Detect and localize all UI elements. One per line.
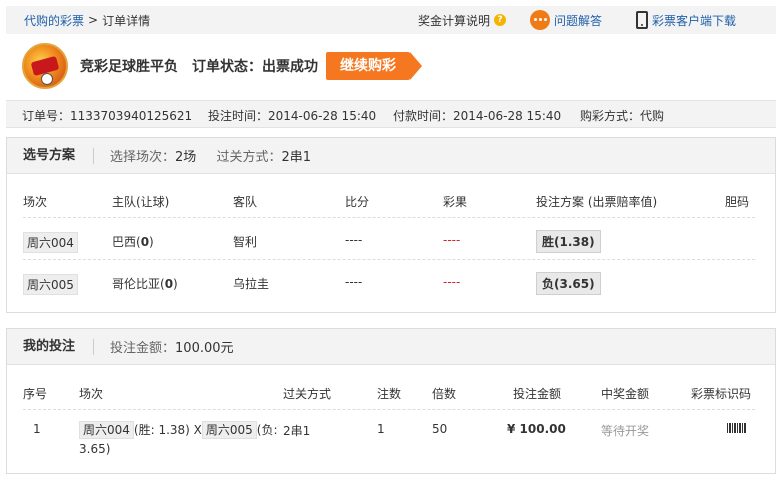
home-team-name: 哥伦比亚(: [112, 277, 165, 291]
bet-amount-summary: 投注金额：100.00元: [94, 337, 234, 356]
phone-icon: [635, 11, 648, 29]
handicap: 0: [164, 277, 174, 291]
col-header-amount: 投注金额: [513, 387, 562, 401]
home-team: 哥伦比亚(0): [112, 275, 178, 292]
col-header-bet: 投注方案 (出票赔率值): [536, 195, 658, 209]
prize-calc-link[interactable]: 奖金计算说明 ?: [418, 12, 506, 29]
col-header-score: 比分: [345, 195, 370, 209]
bet-amount-value: 100.00元: [175, 341, 234, 356]
prize-amount: 等待开奖: [601, 424, 650, 438]
col-header-pass: 过关方式: [283, 387, 332, 401]
bet-matches: 周六004 (胜: 1.38) X 周六005 (负:: [79, 421, 278, 439]
home-team-name: 巴西(: [112, 235, 141, 249]
col-header-away: 客队: [233, 195, 258, 209]
score: ----: [345, 233, 363, 247]
col-header-multiple: 倍数: [432, 387, 457, 401]
top-bar: 代购的彩票 > 订单详情 奖金计算说明 ? 问题解答 彩票客户端下载: [6, 6, 776, 34]
order-header: 竞彩足球胜平负 订单状态：出票成功 继续购彩: [22, 42, 422, 90]
divider: [23, 217, 755, 218]
matches-label: 选择场次：: [110, 150, 176, 165]
match-tag: 周六005: [23, 274, 78, 295]
client-download-label: 彩票客户端下载: [651, 13, 736, 28]
result: ----: [443, 233, 461, 247]
match-1-bet: (胜: 1.38) X: [133, 423, 202, 437]
col-header-index: 序号: [23, 387, 48, 401]
purchase-method: 购彩方式：代购: [580, 109, 665, 123]
match-2-bet-continued: 3.65): [79, 442, 111, 456]
my-bet-panel-header: 我的投注 投注金额：100.00元: [7, 329, 775, 365]
breadcrumb-current: 订单详情: [102, 13, 151, 28]
bet-option: 负(3.65): [536, 272, 601, 295]
col-header-home: 主队(让球): [112, 195, 170, 209]
home-team: 巴西(0): [112, 233, 154, 250]
home-team-close: ): [149, 235, 154, 249]
pass-value: 2串1: [281, 150, 312, 165]
col-header-prize: 中奖金额: [601, 387, 650, 401]
continue-buy-button[interactable]: 继续购彩: [326, 52, 422, 80]
breadcrumb-separator: >: [88, 13, 99, 27]
match-tag: 周六004: [23, 232, 78, 253]
col-header-ticket-id: 彩票标识码: [691, 387, 752, 401]
bet-count: 1: [377, 422, 385, 436]
col-header-banker: 胆码: [725, 195, 750, 209]
selection-summary: 选择场次：2场 过关方式：2串1: [94, 146, 311, 165]
matches-value: 2场: [175, 150, 197, 165]
divider: [23, 259, 755, 260]
match-2-bet: (负:: [256, 423, 278, 437]
handicap: 0: [140, 235, 150, 249]
divider: [23, 409, 755, 410]
bet-index: 1: [33, 422, 41, 436]
my-bet-title: 我的投注: [7, 338, 95, 355]
home-team-close: ): [173, 277, 178, 291]
help-link[interactable]: 问题解答: [529, 10, 602, 30]
match-tag: 周六004: [79, 421, 134, 439]
lottery-logo: [22, 43, 68, 89]
bet-pass: 2串1: [283, 424, 311, 438]
client-download-link[interactable]: 彩票客户端下载: [635, 11, 736, 29]
col-header-match: 场次: [23, 195, 48, 209]
prize-calc-label: 奖金计算说明: [417, 13, 490, 28]
bet-option: 胜(1.38): [536, 230, 601, 253]
top-links: 奖金计算说明 ? 问题解答 彩票客户端下载: [418, 10, 776, 30]
order-info-bar: 订单号：1133703940125621 投注时间：2014-06-28 15:…: [6, 100, 776, 128]
col-header-count: 注数: [377, 387, 402, 401]
result: ----: [443, 275, 461, 289]
match-tag: 周六005: [201, 421, 257, 439]
my-bet-panel: 我的投注 投注金额：100.00元 序号 场次 过关方式 注数 倍数 投注金额 …: [6, 328, 776, 474]
bet-amount: ¥ 100.00: [507, 422, 566, 436]
selection-panel: 选号方案 选择场次：2场 过关方式：2串1 场次 主队(让球) 客队 比分 彩果…: [6, 137, 776, 313]
order-status-label: 订单状态：: [192, 59, 262, 75]
bet-amount-label: 投注金额：: [110, 341, 176, 356]
help-label: 问题解答: [553, 13, 602, 28]
bet-time: 投注时间：2014-06-28 15:40: [208, 109, 377, 123]
score: ----: [345, 275, 363, 289]
breadcrumb: 代购的彩票 > 订单详情: [6, 12, 150, 29]
lottery-name: 竞彩足球胜平负: [80, 59, 178, 75]
barcode-icon[interactable]: [727, 422, 747, 436]
chat-bubble-icon: [529, 10, 550, 30]
selection-title: 选号方案: [7, 147, 95, 164]
question-icon: ?: [493, 14, 506, 26]
bet-multiple: 50: [432, 422, 448, 436]
order-status-value: 出票成功: [262, 59, 318, 75]
away-team: 智利: [233, 235, 258, 249]
col-header-matches: 场次: [79, 387, 104, 401]
selection-panel-header: 选号方案 选择场次：2场 过关方式：2串1: [7, 138, 775, 174]
col-header-result: 彩果: [443, 195, 468, 209]
order-number: 订单号：1133703940125621: [22, 109, 193, 123]
breadcrumb-root-link[interactable]: 代购的彩票: [24, 12, 84, 29]
away-team: 乌拉圭: [233, 277, 270, 291]
pass-label: 过关方式：: [216, 150, 282, 165]
pay-time: 付款时间：2014-06-28 15:40: [393, 109, 562, 123]
order-status: 订单状态：出票成功: [192, 56, 318, 76]
